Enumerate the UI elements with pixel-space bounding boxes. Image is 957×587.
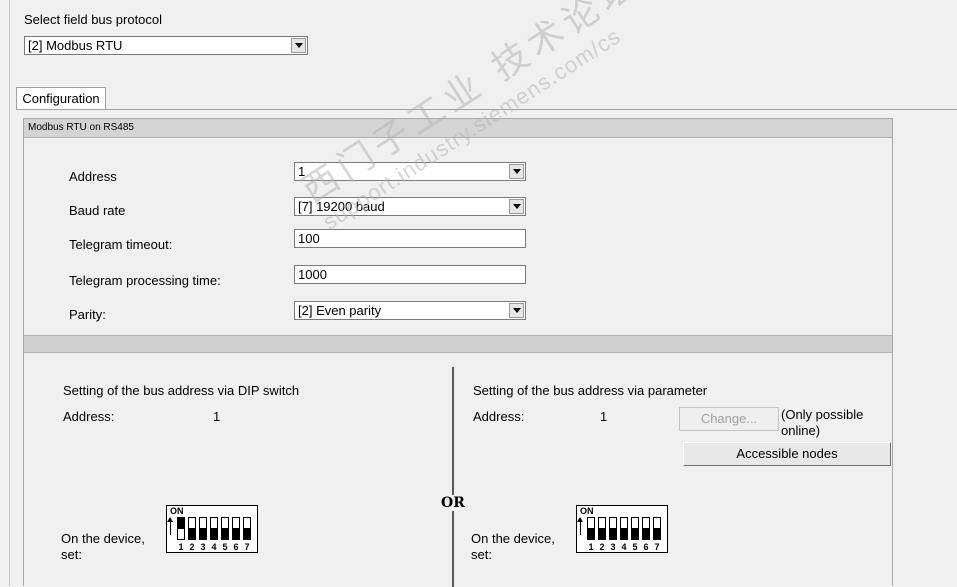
chevron-down-icon[interactable]: [509, 164, 524, 179]
tab-configuration[interactable]: Configuration: [16, 87, 106, 110]
param-address-label: Address:: [473, 409, 525, 424]
dip-number: 3: [200, 542, 206, 552]
dip-toggle-4: [210, 517, 218, 540]
modbus-panel: Modbus RTU on RS485 Address 1 Baud rate …: [23, 118, 893, 587]
dip-number: 3: [610, 542, 616, 552]
dip-number: 7: [244, 542, 250, 552]
dip-toggle-1: [587, 517, 595, 540]
chevron-down-icon[interactable]: [291, 38, 306, 53]
dip-number: 1: [588, 542, 594, 552]
dip-toggle-4: [620, 517, 628, 540]
dip-number: 6: [643, 542, 649, 552]
vertical-divider: [452, 367, 454, 587]
dip-toggle-6: [232, 517, 240, 540]
protocol-select[interactable]: [2] Modbus RTU: [24, 36, 308, 55]
dip-toggle-5: [631, 517, 639, 540]
processing-time-input[interactable]: 1000: [294, 265, 526, 284]
accessible-nodes-button[interactable]: Accessible nodes: [683, 442, 891, 466]
address-label: Address: [69, 169, 117, 184]
dip-on-label: ON: [580, 506, 594, 516]
telegram-timeout-label: Telegram timeout:: [69, 237, 173, 252]
param-device-label: On the device, set:: [471, 531, 555, 562]
telegram-timeout-input[interactable]: 100: [294, 229, 526, 248]
section-separator: [24, 335, 892, 353]
tab-divider: [16, 109, 957, 110]
dip-toggle-5: [221, 517, 229, 540]
dip-toggle-1: [177, 517, 185, 540]
dip-number: 4: [211, 542, 217, 552]
chevron-down-icon[interactable]: [509, 199, 524, 214]
online-note: (Only possible online): [781, 407, 864, 438]
protocol-select-value: [2] Modbus RTU: [28, 38, 123, 53]
processing-time-label: Telegram processing time:: [69, 273, 221, 288]
dip-toggle-2: [188, 517, 196, 540]
dip-toggle-2: [598, 517, 606, 540]
dip-number: 6: [233, 542, 239, 552]
dip-number: 5: [632, 542, 638, 552]
left-border: [9, 0, 10, 586]
arrow-up-icon: [167, 517, 173, 535]
address-select-value: 1: [298, 164, 306, 179]
dip-address-value: 1: [213, 409, 221, 424]
dip-toggle-7: [653, 517, 661, 540]
parity-select-value: [2] Even parity: [298, 303, 382, 318]
dip-switch-right: ON 1 2 3 4 5 6 7: [576, 505, 668, 553]
baud-rate-select-value: [7] 19200 baud: [298, 199, 385, 214]
or-label: OR: [440, 495, 466, 511]
dip-device-label: On the device, set:: [61, 531, 145, 562]
panel-title: Modbus RTU on RS485: [24, 119, 892, 138]
change-button[interactable]: Change...: [679, 407, 779, 431]
dip-number: 2: [599, 542, 605, 552]
dip-section-title: Setting of the bus address via DIP switc…: [63, 383, 300, 398]
parity-select[interactable]: [2] Even parity: [294, 301, 526, 320]
baud-rate-select[interactable]: [7] 19200 baud: [294, 197, 526, 216]
parity-label: Parity:: [69, 307, 106, 322]
param-section-title: Setting of the bus address via parameter: [473, 383, 708, 398]
baud-rate-label: Baud rate: [69, 203, 126, 218]
dip-number: 4: [621, 542, 627, 552]
dip-number: 2: [189, 542, 195, 552]
dip-toggle-3: [609, 517, 617, 540]
protocol-label: Select field bus protocol: [24, 12, 163, 27]
dip-on-label: ON: [170, 506, 184, 516]
dip-toggle-7: [243, 517, 251, 540]
dip-switch-left: ON 1 2 3 4 5 6 7: [166, 505, 258, 553]
dip-toggle-6: [642, 517, 650, 540]
address-select[interactable]: 1: [294, 162, 526, 181]
dip-number: 5: [222, 542, 228, 552]
dip-number: 1: [178, 542, 184, 552]
dip-address-label: Address:: [63, 409, 115, 424]
arrow-up-icon: [577, 517, 583, 535]
dip-number: 7: [654, 542, 660, 552]
chevron-down-icon[interactable]: [509, 303, 524, 318]
param-address-value: 1: [600, 409, 608, 424]
dip-toggle-3: [199, 517, 207, 540]
